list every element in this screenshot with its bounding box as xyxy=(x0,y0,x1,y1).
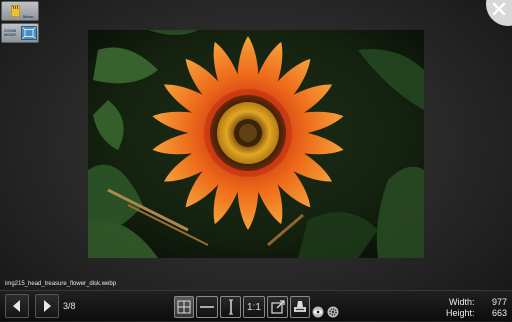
fit-height-icon xyxy=(228,299,233,315)
next-button[interactable] xyxy=(35,294,59,318)
sd-card-icon xyxy=(11,5,20,17)
photo-view[interactable] xyxy=(88,30,424,258)
eye-icon[interactable] xyxy=(312,306,324,318)
fit-width-button[interactable] xyxy=(196,296,218,318)
image-filename: img215_head_treasure_flower_disk.webp xyxy=(5,281,117,287)
fit-width-icon xyxy=(200,306,214,308)
close-button[interactable] xyxy=(486,0,512,26)
close-icon xyxy=(492,2,506,16)
zoom-mode-label: ZOOM MODE xyxy=(4,28,16,37)
gear-icon[interactable] xyxy=(327,306,339,318)
next-arrow-icon xyxy=(44,300,51,312)
bottom-toolbar: 3/8 1:1 xyxy=(0,290,512,321)
zoom-mode-button[interactable]: ZOOM MODE xyxy=(1,23,39,43)
fit-height-button[interactable] xyxy=(220,296,241,318)
previous-button[interactable] xyxy=(5,294,29,318)
menu-label: Menu xyxy=(23,14,34,19)
width-label: Width: xyxy=(449,297,475,307)
actual-size-label: 1:1 xyxy=(247,301,261,313)
fit-screen-icon xyxy=(177,300,191,314)
height-label: Height: xyxy=(446,308,475,318)
prev-arrow-icon xyxy=(13,300,20,312)
share-icon xyxy=(270,300,285,314)
menu-button[interactable]: Menu xyxy=(1,1,39,21)
fit-screen-button[interactable] xyxy=(174,296,194,318)
actual-size-button[interactable]: 1:1 xyxy=(243,296,265,318)
print-button[interactable] xyxy=(290,296,310,318)
share-button[interactable] xyxy=(267,296,288,318)
page-counter: 3/8 xyxy=(63,301,76,311)
height-value: 663 xyxy=(491,308,507,318)
zoom-mode-icon xyxy=(21,26,37,40)
width-value: 977 xyxy=(491,297,507,307)
print-icon xyxy=(294,301,306,312)
flower-photo xyxy=(88,30,424,258)
